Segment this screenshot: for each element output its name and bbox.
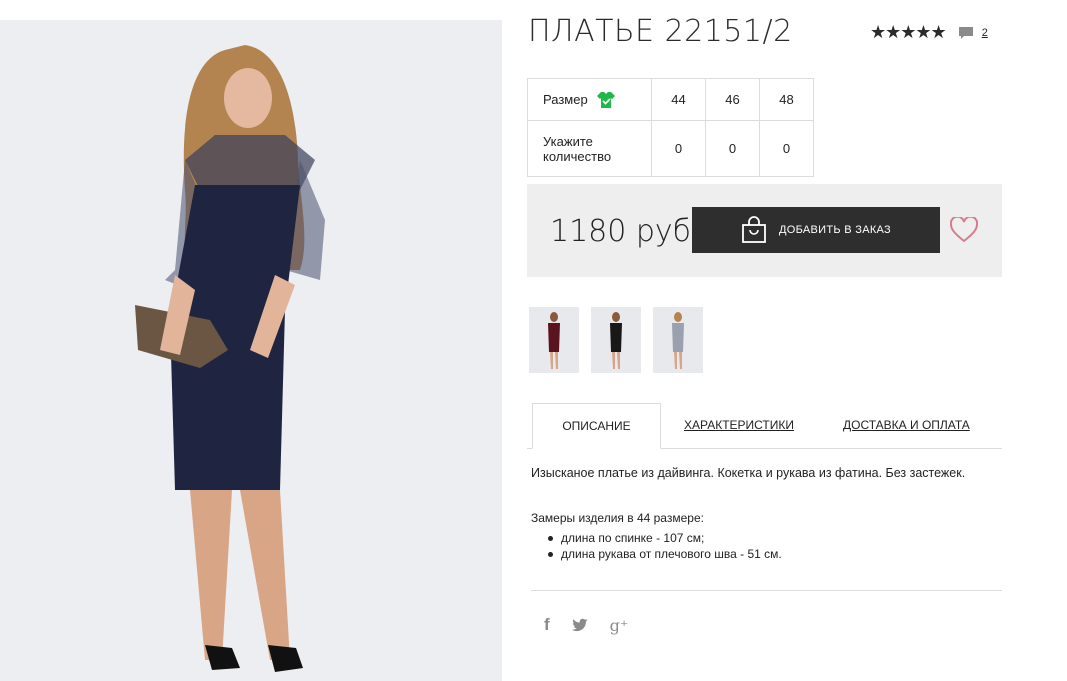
google-plus-icon[interactable]: g⁺: [610, 616, 629, 635]
size-label: Размер: [543, 92, 588, 107]
size-quantity-table: Размер 44 46 48 Укажите количество 0 0 0: [527, 78, 814, 177]
product-title: ПЛАТЬЕ 22151/2: [528, 14, 793, 49]
shopping-bag-icon: [742, 216, 766, 243]
measures-title: Замеры изделия в 44 размере:: [531, 511, 704, 525]
add-to-order-button[interactable]: ДОБАВИТЬ В ЗАКАЗ: [692, 207, 940, 253]
size-48: 48: [759, 78, 814, 121]
favorite-heart-icon[interactable]: [950, 217, 978, 243]
color-thumbnails: [529, 307, 703, 373]
thumbnail-burgundy[interactable]: [529, 307, 579, 373]
quantity-label-line2: количество: [543, 148, 612, 164]
tab-characteristics[interactable]: ХАРАКТЕРИСТИКИ: [684, 403, 794, 447]
list-item: длина по спинке - 107 см;: [548, 530, 782, 546]
size-46: 46: [705, 78, 760, 121]
buy-box: 1180 руб ДОБАВИТЬ В ЗАКАЗ: [527, 184, 1002, 277]
description-text: Изысканое платье из дайвинга. Кокетка и …: [531, 466, 966, 480]
product-tabs: ОПИСАНИЕ ХАРАКТЕРИСТИКИ ДОСТАВКА И ОПЛАТ…: [527, 403, 1002, 449]
tab-description[interactable]: ОПИСАНИЕ: [532, 403, 661, 449]
quantity-input-48[interactable]: 0: [759, 120, 814, 177]
comment-icon: [958, 26, 973, 39]
facebook-icon[interactable]: f: [544, 615, 550, 635]
measures-list: длина по спинке - 107 см; длина рукава о…: [548, 530, 782, 562]
social-share: f g⁺: [544, 615, 628, 635]
divider: [531, 590, 1002, 591]
quantity-label-cell: Укажите количество: [527, 120, 652, 177]
quantity-label-line1: Укажите: [543, 133, 593, 149]
tab-delivery[interactable]: ДОСТАВКА И ОПЛАТА: [843, 403, 970, 447]
size-label-cell: Размер: [527, 78, 652, 121]
quantity-input-44[interactable]: 0: [651, 120, 706, 177]
price: 1180 руб: [550, 214, 692, 249]
product-main-photo[interactable]: [0, 20, 502, 681]
add-to-order-label: ДОБАВИТЬ В ЗАКАЗ: [779, 224, 891, 236]
thumbnail-grey[interactable]: [653, 307, 703, 373]
review-count-link[interactable]: 2: [982, 27, 988, 39]
thumbnail-black[interactable]: [591, 307, 641, 373]
quantity-input-46[interactable]: 0: [705, 120, 760, 177]
size-chart-icon[interactable]: [596, 91, 616, 109]
list-item: длина рукава от плечового шва - 51 см.: [548, 546, 782, 562]
star-icons: ★★★★★: [870, 22, 947, 42]
rating-block: ★★★★★ 2: [870, 22, 988, 43]
twitter-icon[interactable]: [571, 618, 588, 632]
rating-stars[interactable]: ★★★★★: [870, 22, 947, 43]
size-44: 44: [651, 78, 706, 121]
